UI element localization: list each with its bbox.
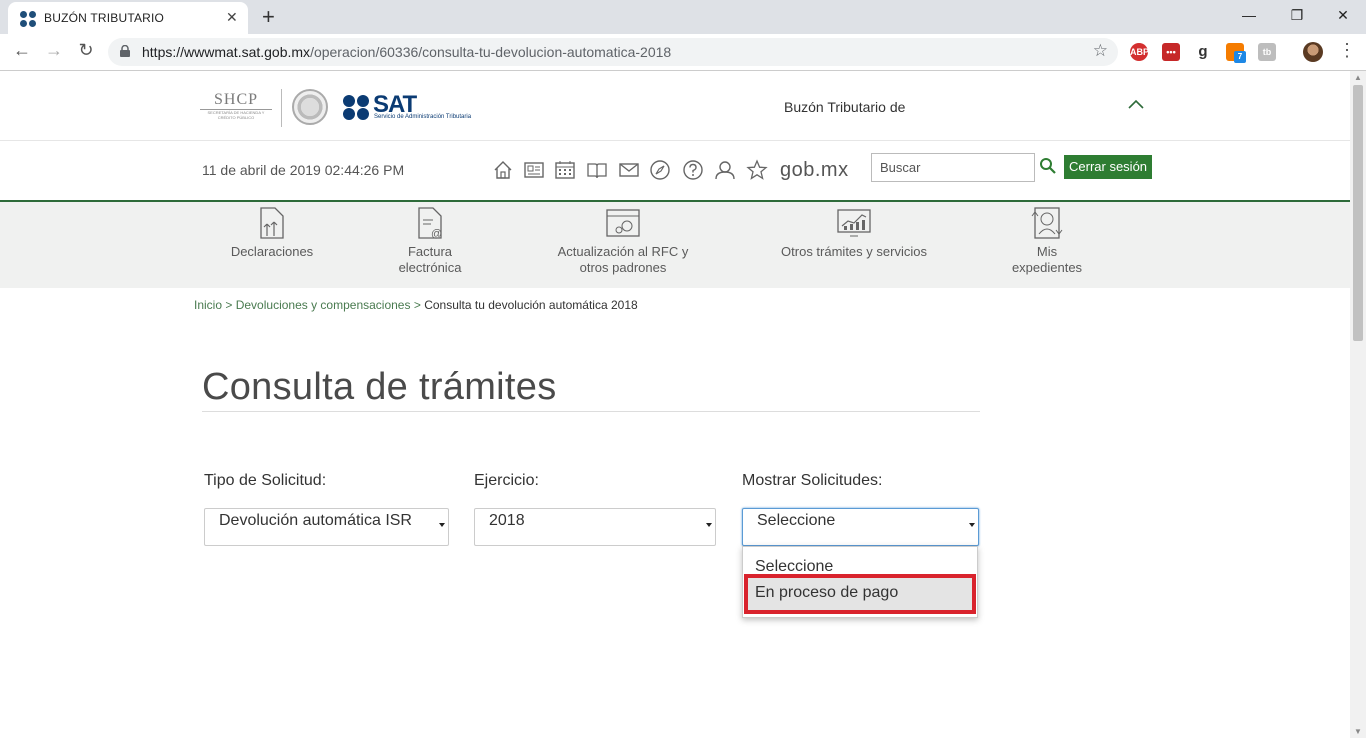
highlighted-option-box[interactable]: En proceso de pago <box>744 574 976 614</box>
scroll-up-icon[interactable]: ▲ <box>1354 73 1362 82</box>
new-tab-button[interactable]: + <box>262 4 275 30</box>
favorite-star-icon[interactable] <box>746 159 768 181</box>
url-text: https://wwwmat.sat.gob.mx/operacion/6033… <box>142 44 672 60</box>
tipo-solicitud-select[interactable]: Devolución automática ISR <box>204 508 449 546</box>
compass-icon[interactable] <box>649 159 671 181</box>
browser-tab-bar: BUZÓN TRIBUTARIO ✕ + — ❐ ✕ <box>0 0 1366 34</box>
chevron-up-icon[interactable] <box>1128 99 1144 109</box>
page-scrollbar[interactable]: ▲ ▼ <box>1350 71 1366 738</box>
rfc-update-icon <box>606 209 640 237</box>
search-input[interactable] <box>871 153 1035 182</box>
close-tab-icon[interactable]: ✕ <box>226 9 238 26</box>
logout-button[interactable]: Cerrar sesión <box>1064 155 1153 179</box>
extension-notification-icon[interactable]: 7 <box>1226 43 1246 63</box>
minimize-icon[interactable]: — <box>1226 4 1272 26</box>
user-icon[interactable] <box>714 159 736 181</box>
breadcrumb: Inicio > Devoluciones y compensaciones >… <box>194 298 638 312</box>
shcp-logo[interactable]: SHCP SECRETARÍA DE HACIENDA Y CRÉDITO PÚ… <box>200 91 272 120</box>
sat-dots-icon <box>343 95 371 121</box>
mail-icon[interactable] <box>618 159 640 181</box>
sat-favicon-icon <box>20 11 36 27</box>
utility-bar: 11 de abril de 2019 02:44:26 PM gob.mx C… <box>0 141 1350 202</box>
browser-tab[interactable]: BUZÓN TRIBUTARIO ✕ <box>8 2 248 34</box>
nav-declaraciones[interactable]: Declaraciones <box>222 206 322 260</box>
page-viewport: SHCP SECRETARÍA DE HACIENDA Y CRÉDITO PÚ… <box>0 71 1350 738</box>
breadcrumb-section-link[interactable]: Devoluciones y compensaciones <box>236 298 411 312</box>
forward-icon[interactable]: → <box>42 40 66 61</box>
dropdown-caret-icon <box>439 523 445 527</box>
extension-g-icon[interactable]: g <box>1194 43 1212 61</box>
dropdown-caret-icon <box>969 523 975 527</box>
mexico-seal-icon <box>292 89 328 125</box>
nav-actualizacion-rfc[interactable]: Actualización al RFC y otros padrones <box>553 206 693 276</box>
extension-dots-icon[interactable]: ••• <box>1162 43 1180 61</box>
factura-icon: @ <box>418 207 442 240</box>
address-bar[interactable]: https://wwwmat.sat.gob.mx/operacion/6033… <box>108 38 1118 66</box>
browser-toolbar: ← → ↻ https://wwwmat.sat.gob.mx/operacio… <box>0 34 1366 71</box>
main-nav: Declaraciones @ Factura electrónica Actu… <box>0 202 1350 288</box>
dropdown-option-en-proceso-de-pago[interactable]: En proceso de pago <box>755 584 898 602</box>
otros-tramites-icon <box>837 209 871 237</box>
reload-icon[interactable]: ↻ <box>74 40 98 61</box>
dropdown-caret-icon <box>706 523 712 527</box>
nav-otros-tramites[interactable]: Otros trámites y servicios <box>770 206 938 260</box>
restore-icon[interactable]: ❐ <box>1274 4 1320 26</box>
declaraciones-icon <box>260 207 284 239</box>
svg-text:@: @ <box>431 228 442 240</box>
search-icon[interactable] <box>1039 157 1057 175</box>
scroll-down-icon[interactable]: ▼ <box>1354 727 1362 736</box>
ejercicio-label: Ejercicio: <box>474 472 539 489</box>
nav-factura-electronica[interactable]: @ Factura electrónica <box>380 206 480 276</box>
buzon-tributario-label: Buzón Tributario de <box>784 99 906 115</box>
ejercicio-select[interactable]: 2018 <box>474 508 716 546</box>
browser-menu-icon[interactable]: ⋮ <box>1338 40 1356 61</box>
book-icon[interactable] <box>586 159 608 181</box>
breadcrumb-current: Consulta tu devolución automática 2018 <box>424 298 638 312</box>
help-icon[interactable] <box>682 159 704 181</box>
breadcrumb-home-link[interactable]: Inicio <box>194 298 222 312</box>
bookmark-star-icon[interactable]: ☆ <box>1093 41 1108 61</box>
mostrar-solicitudes-label: Mostrar Solicitudes: <box>742 472 883 489</box>
expedientes-icon <box>1031 207 1063 239</box>
nav-mis-expedientes[interactable]: Mis expedientes <box>997 206 1097 276</box>
profile-avatar[interactable] <box>1303 42 1323 62</box>
extension-tb-icon[interactable]: tb <box>1258 43 1276 61</box>
calendar-icon[interactable] <box>554 159 576 181</box>
logo-divider <box>281 89 282 127</box>
tipo-solicitud-label: Tipo de Solicitud: <box>204 472 327 489</box>
page-title: Consulta de trámites <box>202 366 557 408</box>
scroll-thumb[interactable] <box>1353 85 1363 341</box>
home-icon[interactable] <box>492 159 514 181</box>
tab-title: BUZÓN TRIBUTARIO <box>44 11 165 25</box>
current-datetime: 11 de abril de 2019 02:44:26 PM <box>202 162 405 178</box>
newspaper-icon[interactable] <box>523 159 545 181</box>
mostrar-solicitudes-select[interactable]: Seleccione <box>742 508 979 546</box>
lock-icon <box>120 45 130 57</box>
title-divider <box>202 411 980 412</box>
adblock-extension-icon[interactable]: ABP <box>1130 43 1149 61</box>
site-header: SHCP SECRETARÍA DE HACIENDA Y CRÉDITO PÚ… <box>0 71 1350 141</box>
back-icon[interactable]: ← <box>10 40 34 61</box>
gobmx-logo[interactable]: gob.mx <box>780 159 849 182</box>
window-close-icon[interactable]: ✕ <box>1320 4 1366 26</box>
